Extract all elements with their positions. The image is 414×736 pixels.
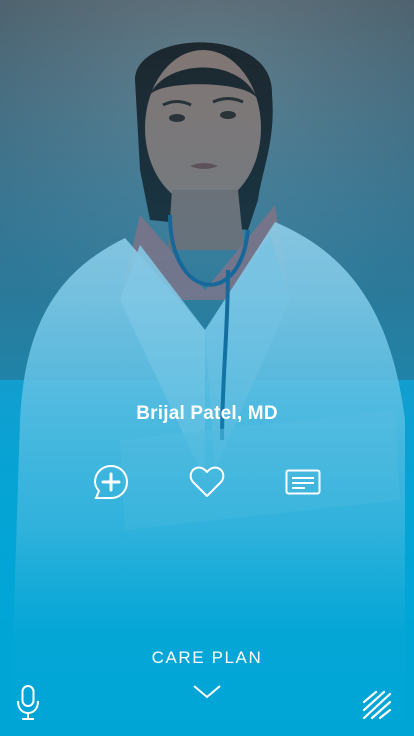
heart-icon: [189, 466, 225, 497]
chevron-down-icon[interactable]: [192, 684, 222, 700]
favorite-button[interactable]: [187, 462, 227, 502]
doctor-profile-screen: Brijal Patel, MD CARE PLAN: [0, 0, 414, 736]
blue-gradient-overlay: [0, 0, 414, 736]
id-card-icon: [285, 469, 321, 495]
add-message-button[interactable]: [91, 462, 131, 502]
care-plan-label[interactable]: CARE PLAN: [0, 648, 414, 668]
id-card-button[interactable]: [283, 462, 323, 502]
add-message-icon: [93, 464, 129, 499]
menu-lines-icon[interactable]: [362, 690, 392, 720]
doctor-name: Brijal Patel, MD: [136, 403, 278, 424]
microphone-icon[interactable]: [15, 684, 41, 722]
